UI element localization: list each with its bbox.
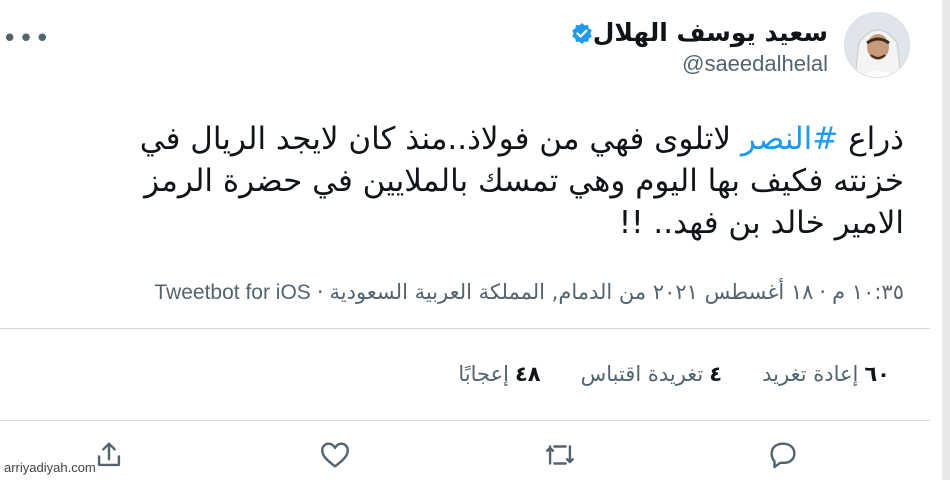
- likes-label: إعجابًا: [458, 362, 509, 386]
- tweet-card: ••• سعيد يوسف الهلال @saeedalhelal ذراع …: [0, 0, 950, 480]
- likes-stat[interactable]: ٤٨إعجابًا: [458, 362, 540, 386]
- heart-icon: [321, 442, 349, 468]
- divider: [0, 328, 930, 329]
- verified-badge-icon: [571, 22, 593, 44]
- tweet-text-prefix: ذراع: [838, 121, 904, 157]
- tweet-text-suffix: لاتلوى فهي من فولاذ..منذ كان لايجد الريا…: [139, 121, 741, 157]
- tweet-date[interactable]: ١٨ أغسطس ٢٠٢١: [653, 280, 814, 304]
- tweet-meta: ١٠:٣٥ م·١٨ أغسطس ٢٠٢١ من الدمام, المملكة…: [154, 280, 904, 305]
- quotes-label: تغريدة اقتباس: [580, 362, 704, 386]
- user-handle[interactable]: @saeedalhelal: [682, 51, 828, 77]
- action-bar: [0, 438, 950, 478]
- tweet-stats: ٦٠إعادة تغريد ٤تغريدة اقتباس ٤٨إعجابًا: [458, 362, 890, 386]
- retweets-stat[interactable]: ٦٠إعادة تغريد: [762, 362, 890, 386]
- tweet-text-line-3: الامير خالد بن فهد.. !!: [618, 205, 904, 241]
- quotes-stat[interactable]: ٤تغريدة اقتباس: [581, 362, 723, 386]
- tweet-text-line-1: ذراع #النصر لاتلوى فهي من فولاذ..منذ كان…: [4, 118, 904, 160]
- hashtag-link[interactable]: #النصر: [741, 121, 838, 157]
- tweet-time[interactable]: ١٠:٣٥ م: [832, 280, 904, 304]
- tweet-text: ذراع #النصر لاتلوى فهي من فولاذ..منذ كان…: [4, 118, 904, 244]
- meta-separator: ·: [316, 280, 324, 304]
- retweets-count: ٦٠: [864, 362, 890, 386]
- retweet-button[interactable]: [543, 438, 577, 472]
- page-edge: [942, 0, 950, 480]
- tweet-location[interactable]: من الدمام, المملكة العربية السعودية: [330, 280, 647, 304]
- display-name[interactable]: سعيد يوسف الهلال: [593, 18, 828, 47]
- user-names: سعيد يوسف الهلال @saeedalhelal: [563, 12, 828, 77]
- more-options-icon[interactable]: •••: [2, 26, 51, 52]
- watermark: arriyadiyah.com: [4, 460, 96, 475]
- reply-icon: [770, 442, 796, 469]
- retweet-icon: [546, 445, 574, 465]
- like-button[interactable]: [318, 438, 352, 472]
- retweets-label: إعادة تغريد: [762, 362, 859, 386]
- avatar-portrait-icon: [845, 13, 909, 77]
- share-button[interactable]: [92, 438, 126, 472]
- meta-separator: ·: [819, 280, 827, 304]
- likes-count: ٤٨: [514, 362, 541, 386]
- tweet-header: سعيد يوسف الهلال @saeedalhelal: [563, 12, 910, 92]
- reply-button[interactable]: [766, 438, 800, 472]
- divider: [0, 420, 930, 421]
- tweet-text-line-2: خزنته فكيف بها اليوم وهي تمسك بالملايين …: [144, 163, 904, 199]
- tweet-source[interactable]: Tweetbot for iOS: [154, 281, 310, 304]
- share-icon: [97, 442, 121, 467]
- avatar[interactable]: [844, 12, 910, 78]
- quotes-count: ٤: [709, 362, 723, 386]
- display-name-row: سعيد يوسف الهلال: [563, 18, 828, 47]
